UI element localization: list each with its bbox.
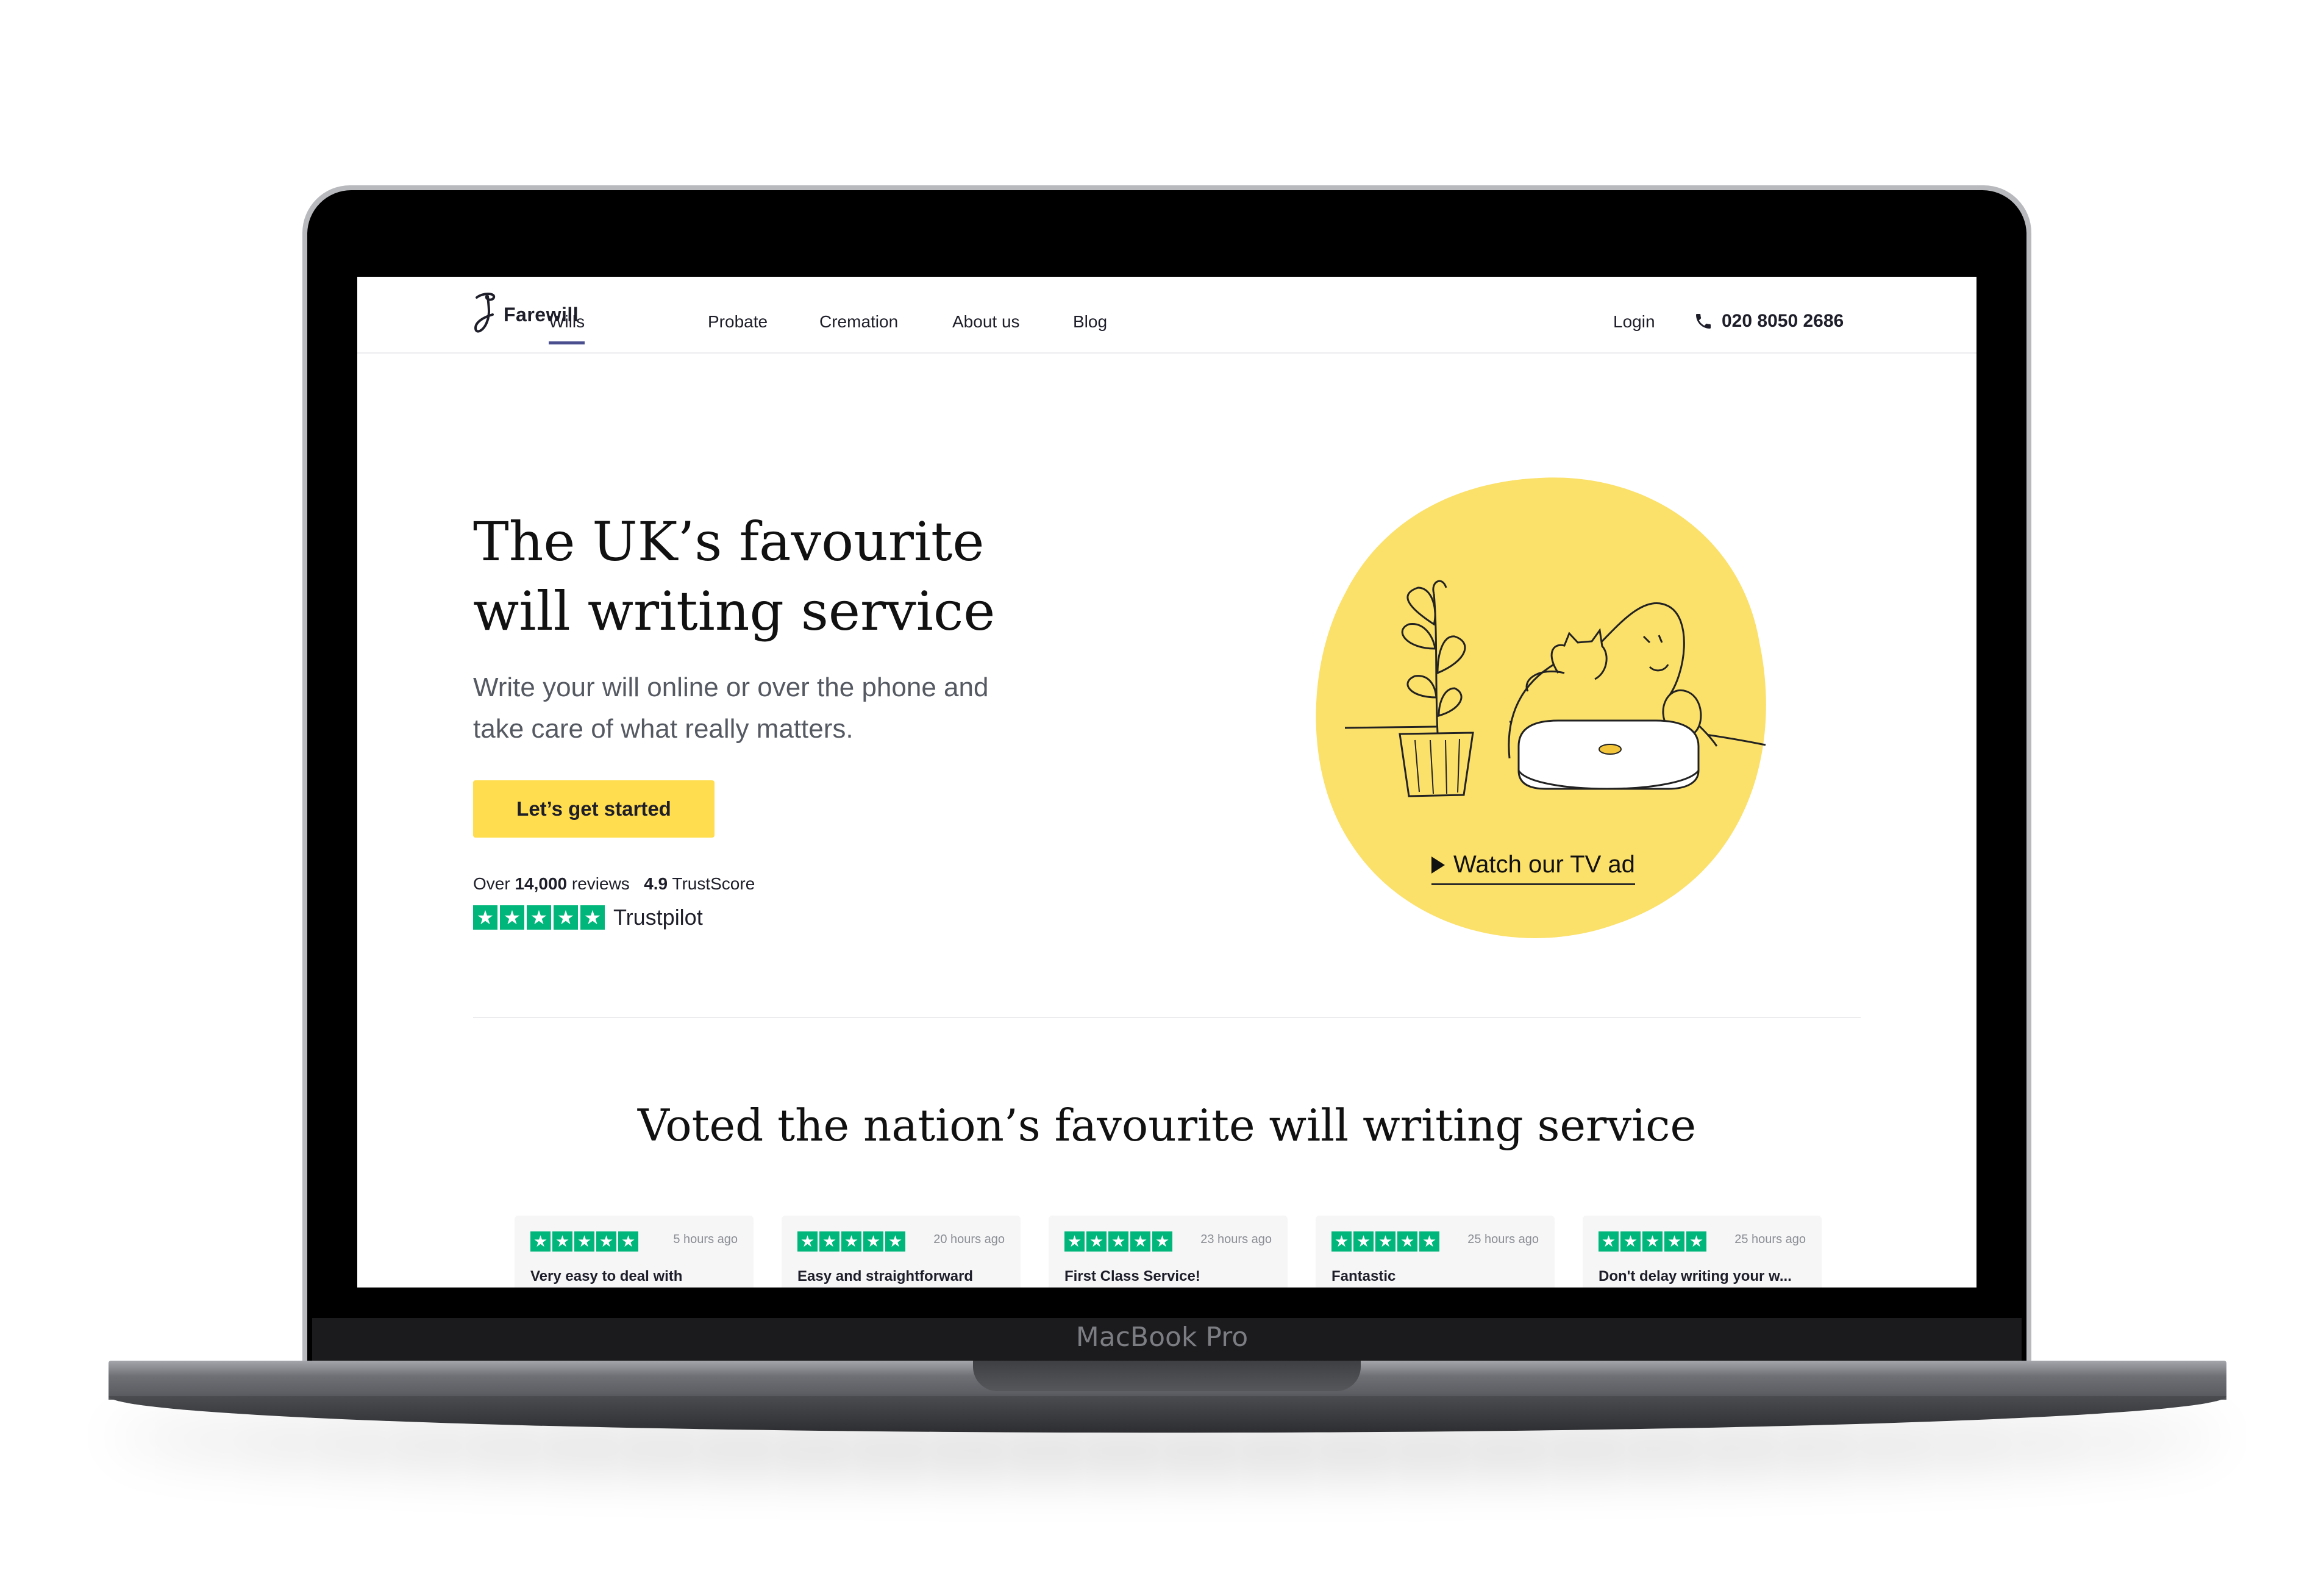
star-icon: ★ [863,1231,883,1252]
star-icon: ★ [580,905,605,930]
review-card[interactable]: ★ ★ ★ ★ ★ 20 hours ago Easy and straightforw… [782,1216,1021,1288]
phone-link[interactable]: 020 8050 2686 [1694,311,1844,332]
star-icon: ★ [1686,1231,1706,1252]
review-card[interactable]: ★ ★ ★ ★ ★ 5 hours ago Very easy to deal with [515,1216,754,1288]
watch-tv-ad-link[interactable]: Watch our TV ad [1431,851,1635,885]
laptop-notch [973,1361,1361,1391]
star-icon: ★ [1353,1231,1374,1252]
star-icon: ★ [1331,1231,1352,1252]
review-stars: ★ ★ ★ ★ ★ [1599,1231,1706,1252]
star-icon: ★ [530,1231,551,1252]
star-icon: ★ [1108,1231,1128,1252]
review-card[interactable]: ★ ★ ★ ★ ★ 25 hours ago Don't delay writing y… [1583,1216,1822,1288]
review-title: Very easy to deal with [530,1268,683,1284]
website-screen: Farewill Wills Probate Cremation About u… [357,277,1976,1288]
play-icon [1431,856,1445,874]
star-icon: ★ [1642,1231,1663,1252]
review-card[interactable]: ★ ★ ★ ★ ★ 25 hours ago Fantastic [1316,1216,1555,1288]
review-time: 25 hours ago [1734,1233,1806,1246]
reviews-word: reviews [571,874,630,893]
trustscore-value: 4.9 [644,874,668,893]
review-stars: ★ ★ ★ ★ ★ [1064,1231,1172,1252]
watch-tv-ad-label: Watch our TV ad [1453,851,1635,878]
review-card[interactable]: ★ ★ ★ ★ ★ 23 hours ago First Class Service! [1049,1216,1288,1288]
review-title: Fantastic [1331,1268,1396,1284]
device-label: MacBook Pro [1075,1322,1249,1353]
review-stars: ★ ★ ★ ★ ★ [530,1231,638,1252]
star-icon: ★ [841,1231,861,1252]
top-navigation: Farewill Wills Probate Cremation About u… [357,277,1976,354]
get-started-button[interactable]: Let’s get started [473,780,715,838]
star-icon: ★ [554,905,578,930]
star-icon: ★ [473,905,497,930]
trustpilot-rating[interactable]: ★ ★ ★ ★ ★ Trustpilot [473,905,703,930]
review-title: First Class Service! [1064,1268,1200,1284]
hero-subtitle: Write your will online or over the phone… [473,672,989,744]
nav-item-probate[interactable]: Probate [708,312,768,332]
nav-item-cremation[interactable]: Cremation [819,312,898,332]
trustscore-label: TrustScore [672,874,755,893]
nav-item-blog[interactable]: Blog [1073,312,1107,332]
star-icon: ★ [797,1231,818,1252]
section-title: Voted the nation’s favourite will writin… [637,1100,1697,1151]
star-icon: ★ [500,905,524,930]
star-icon: ★ [1152,1231,1172,1252]
tv-ad-illustration[interactable] [1278,441,1802,966]
star-icon: ★ [1397,1231,1417,1252]
phone-icon [1696,314,1711,329]
review-time: 25 hours ago [1467,1233,1539,1246]
star-icon: ★ [1130,1231,1150,1252]
review-summary: Over 14,000 reviews 4.9 TrustScore [473,874,755,894]
star-icon: ★ [574,1231,594,1252]
star-icon: ★ [819,1231,839,1252]
star-icon: ★ [1599,1231,1619,1252]
star-icon: ★ [527,905,551,930]
star-icon: ★ [1064,1231,1085,1252]
phone-number: 020 8050 2686 [1722,311,1844,331]
review-stars: ★ ★ ★ ★ ★ [1331,1231,1439,1252]
review-stars: ★ ★ ★ ★ ★ [797,1231,905,1252]
review-time: 20 hours ago [933,1233,1005,1246]
star-icon: ★ [618,1231,638,1252]
star-icon: ★ [552,1231,572,1252]
laptop-base-bottom [109,1396,2226,1433]
nav-item-wills[interactable]: Wills [549,312,585,344]
trustpilot-label: Trustpilot [613,905,703,930]
trustpilot-stars: ★ ★ ★ ★ ★ [473,905,605,930]
section-divider [473,1017,1861,1018]
star-icon: ★ [885,1231,905,1252]
review-title: Don't delay writing your w... [1599,1268,1792,1284]
star-icon: ★ [596,1231,616,1252]
login-link[interactable]: Login [1613,312,1655,332]
reviews-prefix: Over [473,874,510,893]
star-icon: ★ [1086,1231,1107,1252]
reviews-count: 14,000 [515,874,568,893]
star-icon: ★ [1620,1231,1641,1252]
nav-item-about-us[interactable]: About us [952,312,1020,332]
review-time: 23 hours ago [1200,1233,1272,1246]
star-icon: ★ [1664,1231,1684,1252]
review-title: Easy and straightforward [797,1268,974,1284]
hero-title: The UK’s favourite will writing service [473,510,996,643]
star-icon: ★ [1375,1231,1395,1252]
star-icon: ★ [1419,1231,1439,1252]
review-time: 5 hours ago [673,1233,738,1246]
farewill-logo-icon [474,293,495,333]
